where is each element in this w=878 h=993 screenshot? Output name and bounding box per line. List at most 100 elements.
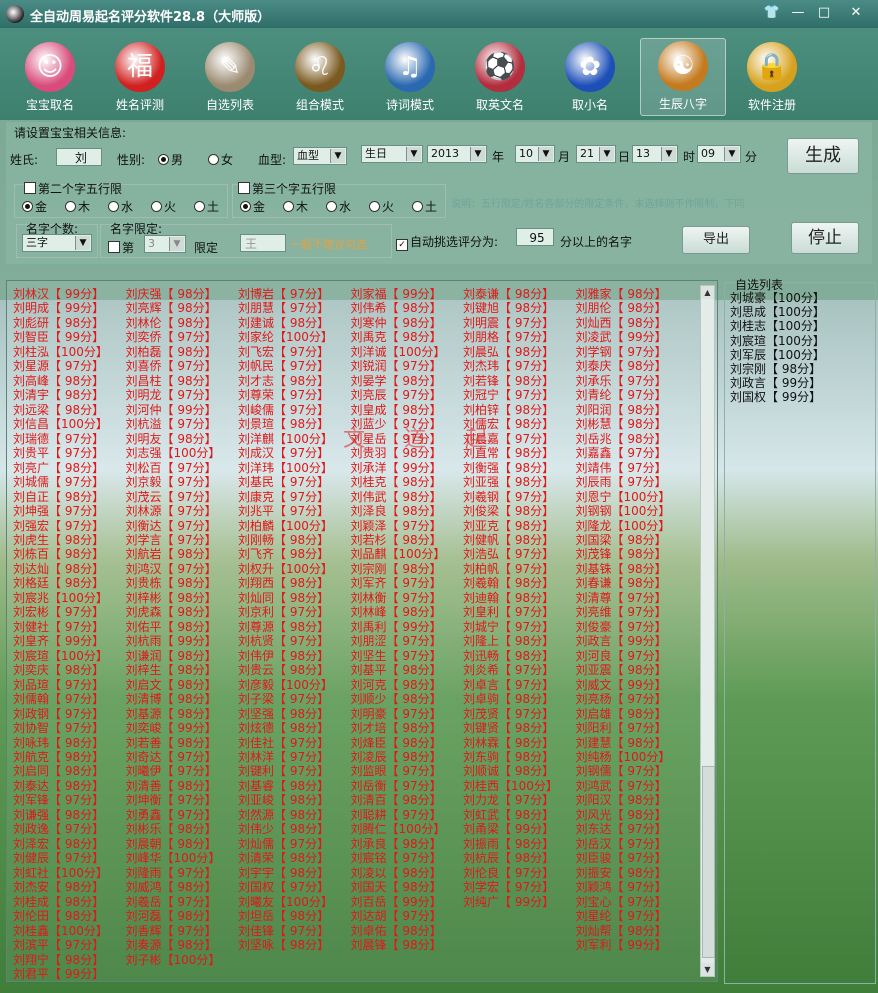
toolbar-item-1[interactable]: 福姓名评测	[98, 40, 182, 120]
result-name-item[interactable]: 刘建慧【 98分】	[576, 736, 688, 750]
result-name-item[interactable]: 刘刚畅【 98分】	[238, 533, 350, 547]
result-name-item[interactable]: 刘林汉【 99分】	[13, 287, 125, 301]
result-name-item[interactable]: 刘卓驹【 98分】	[463, 692, 575, 706]
result-name-item[interactable]: 刘凌武【 99分】	[576, 330, 688, 344]
result-name-item[interactable]: 刘谦强【 98分】	[13, 808, 125, 822]
scroll-up-icon[interactable]: ▲	[701, 286, 714, 299]
result-name-item[interactable]: 刘浩弘【 97分】	[463, 547, 575, 561]
result-name-item[interactable]: 刘昌柱【 98分】	[126, 374, 238, 388]
result-name-item[interactable]: 刘宸兆【100分】	[13, 591, 125, 605]
third-char-element-radio[interactable]: 火	[369, 198, 394, 215]
result-name-item[interactable]: 刘凌辰【 98分】	[351, 750, 463, 764]
result-name-item[interactable]: 刘明龙【 97分】	[126, 388, 238, 402]
result-name-item[interactable]: 刘博岩【 97分】	[238, 287, 350, 301]
limit-position-select[interactable]: 3 ▼	[144, 235, 186, 253]
toolbar-item-4[interactable]: ♫ 诗词模式	[368, 40, 452, 120]
hour-select[interactable]: 13 ▼	[632, 145, 678, 163]
result-name-item[interactable]: 刘达胡【 97分】	[351, 909, 463, 923]
result-name-item[interactable]: 刘泰庆【 98分】	[576, 359, 688, 373]
toolbar-item-6[interactable]: ✿ 取小名	[548, 40, 632, 120]
result-name-item[interactable]: 刘亮杨【 97分】	[576, 692, 688, 706]
close-button[interactable]: ✕	[845, 4, 867, 22]
result-name-item[interactable]: 刘权升【100分】	[238, 562, 350, 576]
result-name-item[interactable]: 刘清博【 98分】	[126, 692, 238, 706]
result-name-item[interactable]: 刘宸瑄【100分】	[13, 649, 125, 663]
result-name-item[interactable]: 刘翔宁【 98分】	[13, 953, 125, 967]
result-name-item[interactable]: 刘基铢【 98分】	[576, 562, 688, 576]
result-name-item[interactable]: 刘颖鸿【 97分】	[576, 880, 688, 894]
result-name-item[interactable]: 刘锐润【 97分】	[351, 359, 463, 373]
result-name-item[interactable]: 刘风光【 98分】	[576, 808, 688, 822]
result-name-item[interactable]: 刘晨锋【 98分】	[351, 938, 463, 952]
result-name-item[interactable]: 刘梓彬【 98分】	[126, 591, 238, 605]
result-name-item[interactable]: 刘帆民【 97分】	[238, 359, 350, 373]
result-name-item[interactable]: 刘梓生【 98分】	[126, 663, 238, 677]
result-name-item[interactable]: 刘宇宇【 98分】	[238, 866, 350, 880]
favorite-item[interactable]: 刘政言【 99分】	[730, 376, 825, 390]
favorite-item[interactable]: 刘宸瑄【100分】	[730, 334, 825, 348]
result-name-item[interactable]: 刘奕庆【 98分】	[13, 663, 125, 677]
result-name-item[interactable]: 刘辰雨【 97分】	[576, 475, 688, 489]
result-name-item[interactable]: 刘彬慧【 98分】	[576, 417, 688, 431]
result-name-item[interactable]: 刘岳兆【 98分】	[576, 432, 688, 446]
result-name-item[interactable]: 刘河良【 97分】	[576, 649, 688, 663]
result-name-item[interactable]: 刘亚强【 98分】	[463, 475, 575, 489]
result-name-item[interactable]: 刘杭辰【 98分】	[463, 851, 575, 865]
toolbar-item-3[interactable]: ♌ 组合模式	[278, 40, 362, 120]
second-char-element-radio[interactable]: 金	[22, 198, 47, 215]
result-name-item[interactable]: 刘桂成【 98分】	[13, 895, 125, 909]
result-name-item[interactable]: 刘国天【 98分】	[351, 880, 463, 894]
result-name-item[interactable]: 刘顺诚【 98分】	[463, 764, 575, 778]
result-name-item[interactable]: 刘品麒【100分】	[351, 547, 463, 561]
month-select[interactable]: 10 ▼	[515, 145, 555, 163]
maximize-button[interactable]: □	[813, 4, 835, 22]
result-name-item[interactable]: 刘卓佑【 98分】	[351, 924, 463, 938]
result-name-item[interactable]: 刘京利【 97分】	[238, 605, 350, 619]
result-name-item[interactable]: 刘喜侨【 97分】	[126, 359, 238, 373]
result-name-item[interactable]: 刘嘉鑫【 97分】	[576, 446, 688, 460]
result-name-item[interactable]: 刘炫德【 98分】	[238, 721, 350, 735]
result-name-item[interactable]: 刘坦岳【 98分】	[238, 909, 350, 923]
result-name-item[interactable]: 刘隆雨【 97分】	[126, 866, 238, 880]
result-name-item[interactable]: 刘贵云【 98分】	[238, 663, 350, 677]
result-name-item[interactable]: 刘灿同【 98分】	[238, 591, 350, 605]
result-name-item[interactable]: 刘滨平【 97分】	[13, 938, 125, 952]
result-name-item[interactable]: 刘朋伦【 98分】	[576, 301, 688, 315]
result-name-item[interactable]: 刘杭雨【 99分】	[126, 634, 238, 648]
result-name-item[interactable]: 刘才志【 98分】	[238, 374, 350, 388]
auto-select-checkbox[interactable]: ✓ 自动挑选评分为:	[396, 233, 498, 251]
result-name-item[interactable]: 刘键利【 97分】	[238, 764, 350, 778]
result-name-item[interactable]: 刘林衡【 97分】	[351, 591, 463, 605]
result-name-item[interactable]: 刘东驹【 98分】	[463, 750, 575, 764]
scrollbar-thumb[interactable]	[702, 766, 715, 958]
result-name-item[interactable]: 刘承洋【 99分】	[351, 461, 463, 475]
result-name-item[interactable]: 刘宏彬【 97分】	[13, 605, 125, 619]
result-name-item[interactable]: 刘振安【 98分】	[576, 866, 688, 880]
blood-select[interactable]: 血型 ▼	[293, 147, 347, 165]
result-name-item[interactable]: 刘灿儒【 97分】	[238, 837, 350, 851]
minute-select[interactable]: 09 ▼	[697, 145, 741, 163]
result-name-item[interactable]: 刘彦毅【100分】	[238, 678, 350, 692]
result-name-item[interactable]: 刘成汉【 97分】	[238, 446, 350, 460]
result-name-item[interactable]: 刘腾仁【100分】	[351, 822, 463, 836]
result-name-item[interactable]: 刘迅畅【 98分】	[463, 649, 575, 663]
result-name-item[interactable]: 刘子彬【100分】	[126, 953, 238, 967]
result-name-item[interactable]: 刘启文【 98分】	[126, 678, 238, 692]
result-name-item[interactable]: 刘清尊【 97分】	[576, 591, 688, 605]
result-name-item[interactable]: 刘谦润【 98分】	[126, 649, 238, 663]
result-name-item[interactable]: 刘灿帮【 98分】	[576, 924, 688, 938]
result-name-item[interactable]: 刘朋格【 97分】	[463, 330, 575, 344]
result-name-item[interactable]: 刘坚强【 98分】	[238, 707, 350, 721]
result-name-item[interactable]: 刘柏麟【100分】	[238, 519, 350, 533]
result-name-item[interactable]: 刘恩宁【100分】	[576, 490, 688, 504]
result-name-item[interactable]: 刘东达【 97分】	[576, 822, 688, 836]
result-name-item[interactable]: 刘高峰【 98分】	[13, 374, 125, 388]
third-char-element-radio[interactable]: 土	[412, 198, 437, 215]
result-name-item[interactable]: 刘河磊【 98分】	[126, 909, 238, 923]
result-name-item[interactable]: 刘衡达【 97分】	[126, 519, 238, 533]
gender-male-radio[interactable]: 男	[158, 151, 183, 168]
result-name-item[interactable]: 刘宸铭【 97分】	[351, 851, 463, 865]
result-name-item[interactable]: 刘泰达【 98分】	[13, 779, 125, 793]
result-name-item[interactable]: 刘亮辰【 97分】	[351, 388, 463, 402]
result-name-item[interactable]: 刘晨朝【 98分】	[126, 837, 238, 851]
